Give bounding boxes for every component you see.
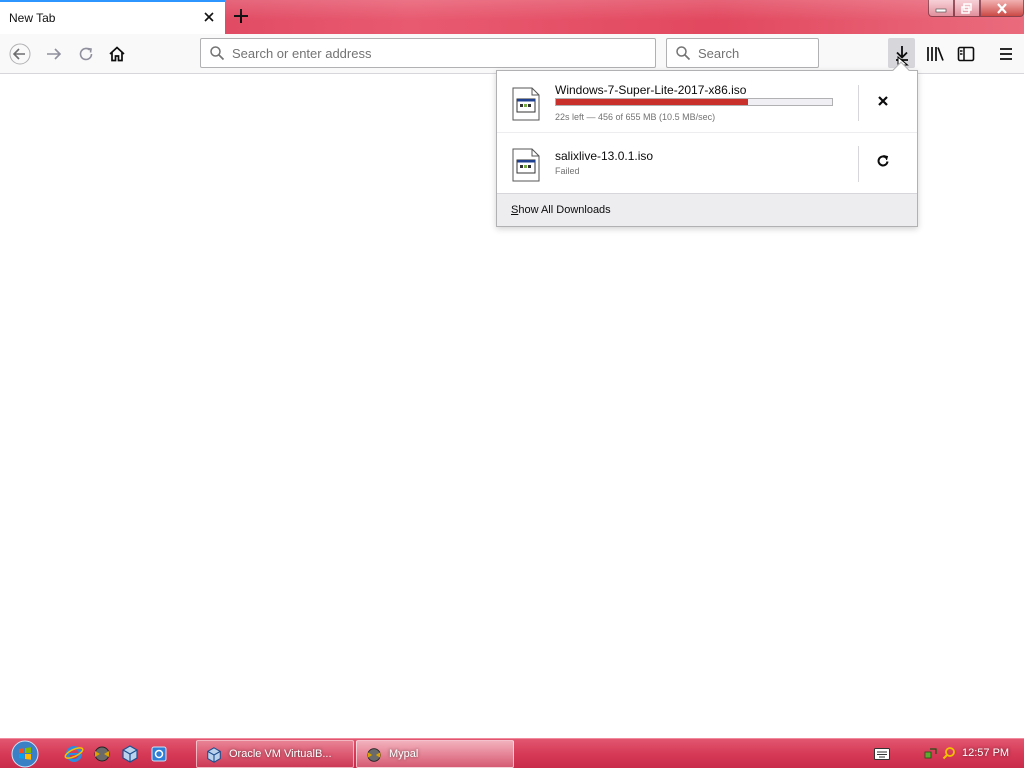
home-icon (109, 46, 125, 62)
download-status: 22s left — 456 of 655 MB (10.5 MB/sec) (555, 112, 716, 122)
divider (858, 85, 859, 121)
restore-icon (961, 2, 972, 14)
search-icon (676, 46, 691, 61)
taskbar-button-virtualbox[interactable]: Oracle VM VirtualB... (196, 740, 354, 768)
retry-icon (877, 155, 889, 167)
reload-icon (79, 47, 93, 61)
download-filename: Windows-7-Super-Lite-2017-x86.iso (555, 83, 747, 97)
tab-strip: New Tab (0, 0, 1024, 34)
search-icon (210, 46, 225, 61)
download-item[interactable]: salixlive-13.0.1.iso Failed (497, 134, 917, 194)
show-all-downloads-text: how All Downloads (518, 204, 611, 216)
reload-button[interactable] (74, 42, 98, 66)
mypal-launcher-icon[interactable] (92, 744, 112, 764)
search-bar[interactable] (666, 38, 819, 68)
navigation-toolbar (0, 34, 1024, 74)
tab-title: New Tab (9, 11, 56, 25)
library-button[interactable] (923, 42, 947, 66)
taskbar: Oracle VM VirtualB... Mypal 12:57 PM (0, 738, 1024, 768)
network-icon[interactable] (924, 746, 938, 760)
close-icon (204, 12, 214, 22)
window-controls (928, 0, 1024, 18)
downloads-panel: Windows-7-Super-Lite-2017-x86.iso 22s le… (496, 61, 918, 227)
search-input[interactable] (698, 39, 813, 67)
search-tray-icon[interactable] (942, 746, 956, 760)
divider (858, 146, 859, 182)
show-all-downloads-button[interactable]: Show All Downloads (497, 193, 917, 226)
system-clock[interactable]: 12:57 PM (962, 747, 1009, 759)
sidebar-icon (957, 46, 975, 62)
iso-file-icon (512, 87, 540, 121)
restore-button[interactable] (954, 0, 980, 17)
plus-icon (234, 9, 248, 23)
app-launcher-icon[interactable] (149, 744, 169, 764)
virtualbox-icon (207, 747, 221, 763)
taskbar-button-label: Oracle VM VirtualB... (229, 748, 332, 760)
minimize-icon (935, 8, 947, 13)
retry-download-button[interactable] (873, 151, 893, 171)
new-tab-button[interactable] (229, 4, 253, 28)
taskbar-button-mypal[interactable]: Mypal (356, 740, 514, 768)
keyboard-icon[interactable] (874, 748, 890, 760)
forward-button[interactable] (42, 42, 66, 66)
sidebar-toggle-button[interactable] (954, 42, 978, 66)
tab-close-button[interactable] (201, 9, 217, 25)
show-all-downloads-label: Show All Downloads (511, 204, 611, 216)
menu-button[interactable] (994, 42, 1018, 66)
hamburger-menu-icon (1000, 48, 1012, 60)
cancel-download-button[interactable] (873, 91, 893, 111)
cancel-icon (878, 96, 888, 106)
close-icon (997, 2, 1007, 14)
windows-logo-icon (11, 740, 39, 768)
back-arrow-icon (9, 43, 31, 65)
download-filename: salixlive-13.0.1.iso (555, 149, 654, 163)
start-button[interactable] (10, 740, 40, 768)
address-input[interactable] (232, 39, 642, 67)
minimize-button[interactable] (928, 0, 954, 17)
mypal-icon (367, 748, 381, 762)
back-button[interactable] (8, 42, 32, 66)
virtualbox-launcher-icon[interactable] (120, 744, 140, 764)
window-close-button[interactable] (980, 0, 1024, 17)
download-item[interactable]: Windows-7-Super-Lite-2017-x86.iso 22s le… (497, 73, 917, 133)
iso-file-icon (512, 148, 540, 182)
tab-new-tab[interactable]: New Tab (0, 0, 225, 34)
internet-explorer-icon[interactable] (64, 744, 84, 764)
download-progress-bar (555, 98, 833, 106)
taskbar-button-label: Mypal (389, 748, 419, 760)
address-bar[interactable] (200, 38, 656, 68)
download-status: Failed (555, 166, 580, 176)
library-icon (927, 47, 944, 61)
home-button[interactable] (105, 42, 129, 66)
forward-arrow-icon (47, 48, 62, 60)
download-progress-fill (556, 99, 749, 105)
